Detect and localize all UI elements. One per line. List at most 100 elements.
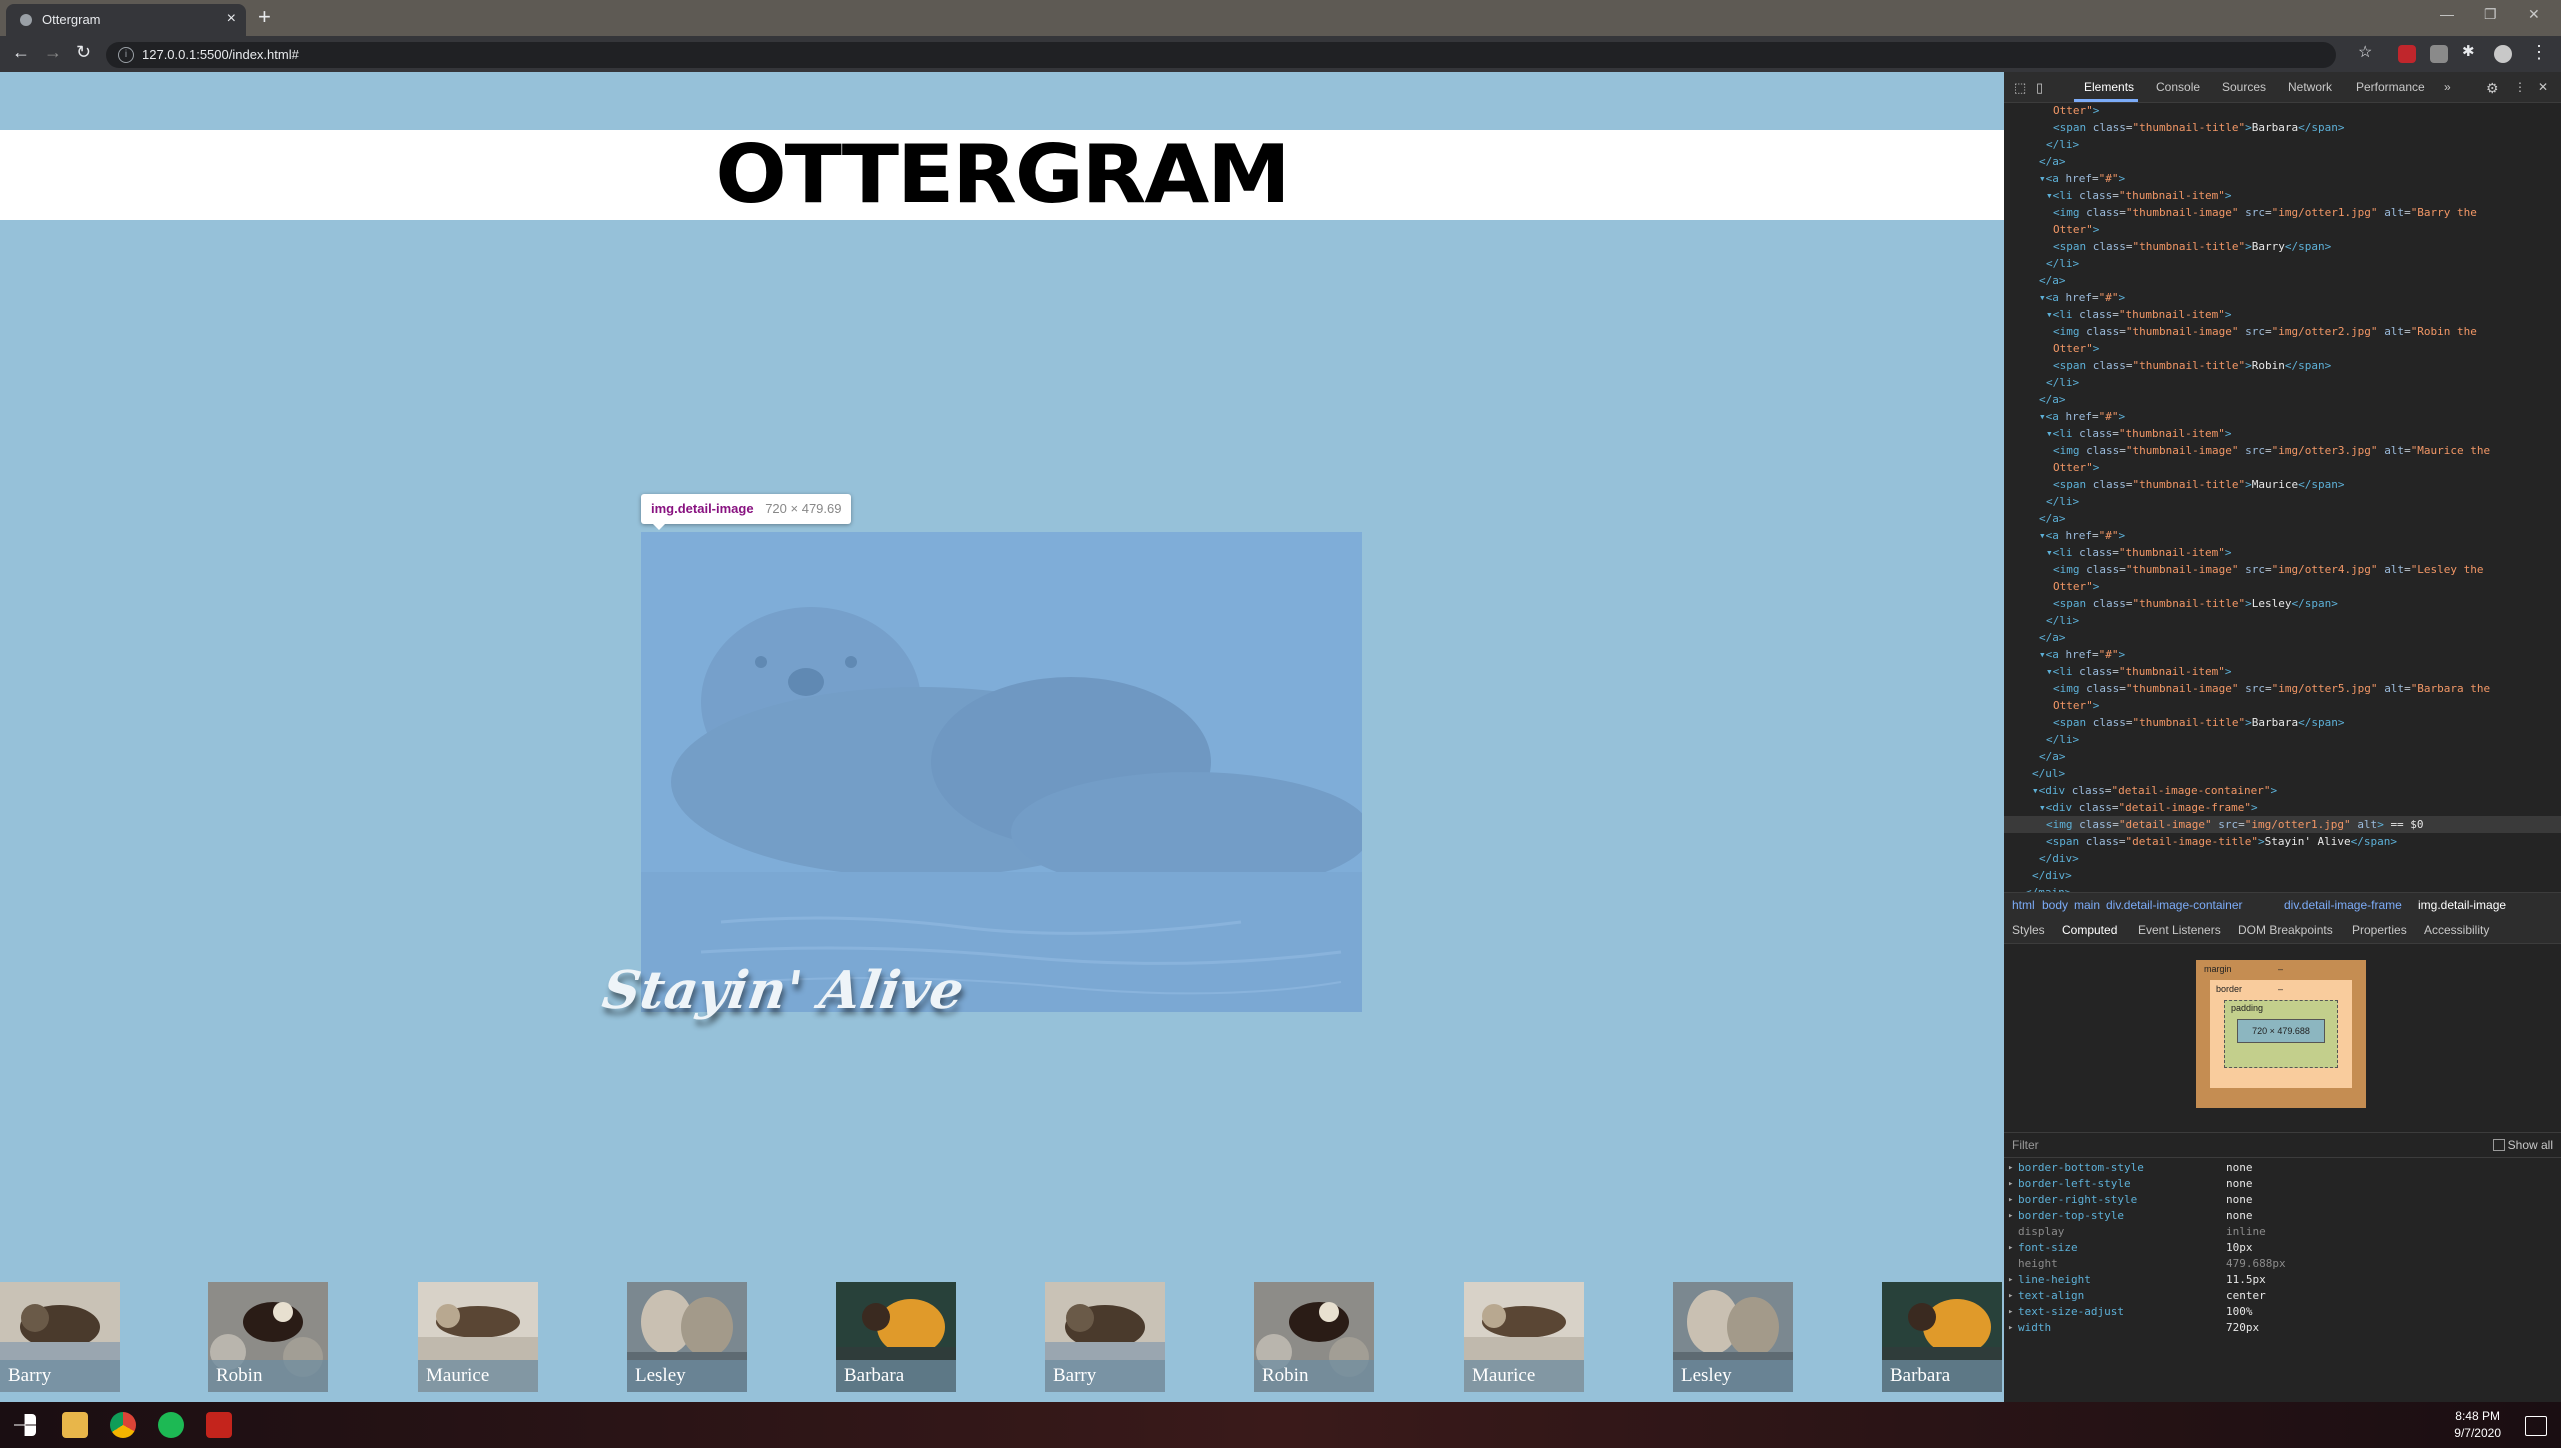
notifications-icon[interactable] [2525,1416,2547,1436]
dom-tree-line[interactable]: </li> [2004,731,2561,748]
tab-close-icon[interactable]: × [227,10,236,28]
expand-triangle-icon[interactable]: ▸ [2008,1304,2013,1320]
dom-tree-line[interactable]: </li> [2004,493,2561,510]
dom-tree-line[interactable]: <span class="thumbnail-title">Lesley</sp… [2004,595,2561,612]
tab-network[interactable]: Network [2288,80,2332,94]
extension-gray-icon[interactable] [2430,45,2448,63]
file-explorer-icon[interactable] [62,1412,88,1438]
breadcrumb-item[interactable]: main [2074,898,2100,912]
expand-triangle-icon[interactable]: ▸ [2008,1160,2013,1176]
devtools-menu-icon[interactable]: ⋮ [2514,80,2526,94]
breadcrumb-item[interactable]: div.detail-image-frame [2284,898,2402,912]
filter-input[interactable]: Filter [2012,1138,2039,1152]
expand-triangle-icon[interactable]: ▸ [2008,1176,2013,1192]
dom-tree-line[interactable]: <span class="detail-image-title">Stayin'… [2004,833,2561,850]
dom-tree-line[interactable]: Otter"> [2004,697,2561,714]
dom-tree-line[interactable]: ▾<li class="thumbnail-item"> [2004,544,2561,561]
computed-property-row[interactable]: height 479.688px [2004,1256,2561,1272]
thumbnail-item[interactable]: Barbara [836,1282,956,1392]
new-tab-button[interactable]: + [258,4,271,30]
close-window-button[interactable]: ✕ [2528,6,2540,23]
computed-property-row[interactable]: ▸ border-top-style none [2004,1208,2561,1224]
system-clock[interactable]: 8:48 PM 9/7/2020 [2454,1408,2501,1442]
breadcrumb-item[interactable]: div.detail-image-container [2106,898,2243,912]
extension-red-icon[interactable] [2398,45,2416,63]
forward-arrow-icon[interactable]: → [44,42,62,63]
dom-tree-line[interactable]: </div> [2004,867,2561,884]
expand-triangle-icon[interactable]: ▸ [2008,1208,2013,1224]
dom-tree-line[interactable]: </li> [2004,255,2561,272]
dom-tree-line[interactable]: <img class="thumbnail-image" src="img/ot… [2004,561,2561,578]
dom-tree-line[interactable]: ▾<div class="detail-image-frame"> [2004,799,2561,816]
inspect-element-icon[interactable]: ⬚ [2014,80,2026,96]
dom-tree-line[interactable]: </div> [2004,850,2561,867]
dom-tree-line[interactable]: </a> [2004,629,2561,646]
dom-tree-line[interactable]: </li> [2004,374,2561,391]
address-bar[interactable]: i 127.0.0.1:5500/index.html# [106,42,2336,68]
dom-tree-line[interactable]: ▾<a href="#"> [2004,527,2561,544]
restore-button[interactable]: ❐ [2484,6,2497,23]
dom-tree-line[interactable]: <img class="thumbnail-image" src="img/ot… [2004,442,2561,459]
dom-tree-line[interactable]: ▾<li class="thumbnail-item"> [2004,187,2561,204]
chrome-icon[interactable] [110,1412,136,1438]
dom-tree-line[interactable]: <span class="thumbnail-title">Barbara</s… [2004,714,2561,731]
tab-sources[interactable]: Sources [2222,80,2266,94]
dom-tree-line[interactable]: Otter"> [2004,102,2561,119]
dom-tree-line[interactable]: <img class="thumbnail-image" src="img/ot… [2004,204,2561,221]
expand-triangle-icon[interactable]: ▸ [2008,1240,2013,1256]
dom-tree-line[interactable]: Otter"> [2004,340,2561,357]
acrobat-icon[interactable] [206,1412,232,1438]
thumbnail-item[interactable]: Barry [0,1282,120,1392]
browser-tab[interactable]: Ottergram × [6,4,246,36]
more-tabs-icon[interactable]: » [2444,80,2451,94]
tab-performance[interactable]: Performance [2356,80,2425,94]
computed-property-row[interactable]: ▸ border-right-style none [2004,1192,2561,1208]
dom-tree-line[interactable]: ▾<li class="thumbnail-item"> [2004,663,2561,680]
dom-tree-line[interactable]: Otter"> [2004,578,2561,595]
thumbnail-item[interactable]: Barbara [1882,1282,2002,1392]
computed-property-row[interactable]: display inline [2004,1224,2561,1240]
dom-tree-line[interactable]: </ul> [2004,765,2561,782]
minimize-button[interactable]: — [2440,6,2454,22]
breadcrumb-item[interactable]: html [2012,898,2035,912]
thumbnail-item[interactable]: Barry [1045,1282,1165,1392]
dom-tree-line[interactable]: </a> [2004,153,2561,170]
computed-property-row[interactable]: ▸ width 720px [2004,1320,2561,1336]
dom-tree-line[interactable]: ▾<a href="#"> [2004,408,2561,425]
dom-tree-line[interactable]: </a> [2004,272,2561,289]
info-icon[interactable]: i [118,47,134,63]
bookmark-star-icon[interactable]: ☆ [2358,42,2372,62]
dom-tree-line[interactable]: </a> [2004,748,2561,765]
subtab-styles[interactable]: Styles [2012,923,2045,937]
subtab-event-listeners[interactable]: Event Listeners [2138,923,2221,937]
device-toggle-icon[interactable]: ▯ [2036,80,2043,96]
thumbnail-item[interactable]: Robin [1254,1282,1374,1392]
computed-property-row[interactable]: ▸ line-height 11.5px [2004,1272,2561,1288]
dom-tree-line[interactable]: <span class="thumbnail-title">Barry</spa… [2004,238,2561,255]
dom-tree-line[interactable]: Otter"> [2004,221,2561,238]
thumbnail-item[interactable]: Lesley [627,1282,747,1392]
settings-gear-icon[interactable]: ⚙ [2486,80,2499,97]
dom-tree-line[interactable]: ▾<li class="thumbnail-item"> [2004,425,2561,442]
computed-property-row[interactable]: ▸ text-size-adjust 100% [2004,1304,2561,1320]
dom-tree-line[interactable]: <span class="thumbnail-title">Robin</spa… [2004,357,2561,374]
dom-tree-line[interactable]: ▾<div class="detail-image-container"> [2004,782,2561,799]
computed-property-row[interactable]: ▸ text-align center [2004,1288,2561,1304]
dom-tree-line[interactable]: <img class="thumbnail-image" src="img/ot… [2004,680,2561,697]
expand-triangle-icon[interactable]: ▸ [2008,1288,2013,1304]
spotify-icon[interactable] [158,1412,184,1438]
dom-tree-line[interactable]: </li> [2004,612,2561,629]
expand-triangle-icon[interactable]: ▸ [2008,1272,2013,1288]
dom-tree-line[interactable]: </a> [2004,391,2561,408]
dom-tree-line[interactable]: ▾<a href="#"> [2004,289,2561,306]
computed-property-row[interactable]: ▸ font-size 10px [2004,1240,2561,1256]
subtab-dom-breakpoints[interactable]: DOM Breakpoints [2238,923,2333,937]
thumbnail-item[interactable]: Maurice [418,1282,538,1392]
subtab-properties[interactable]: Properties [2352,923,2407,937]
tab-console[interactable]: Console [2156,80,2200,94]
computed-property-row[interactable]: ▸ border-left-style none [2004,1176,2561,1192]
tab-elements[interactable]: Elements [2084,80,2134,94]
dom-tree-line[interactable]: </a> [2004,510,2561,527]
breadcrumb-item[interactable]: img.detail-image [2418,898,2506,912]
expand-triangle-icon[interactable]: ▸ [2008,1192,2013,1208]
